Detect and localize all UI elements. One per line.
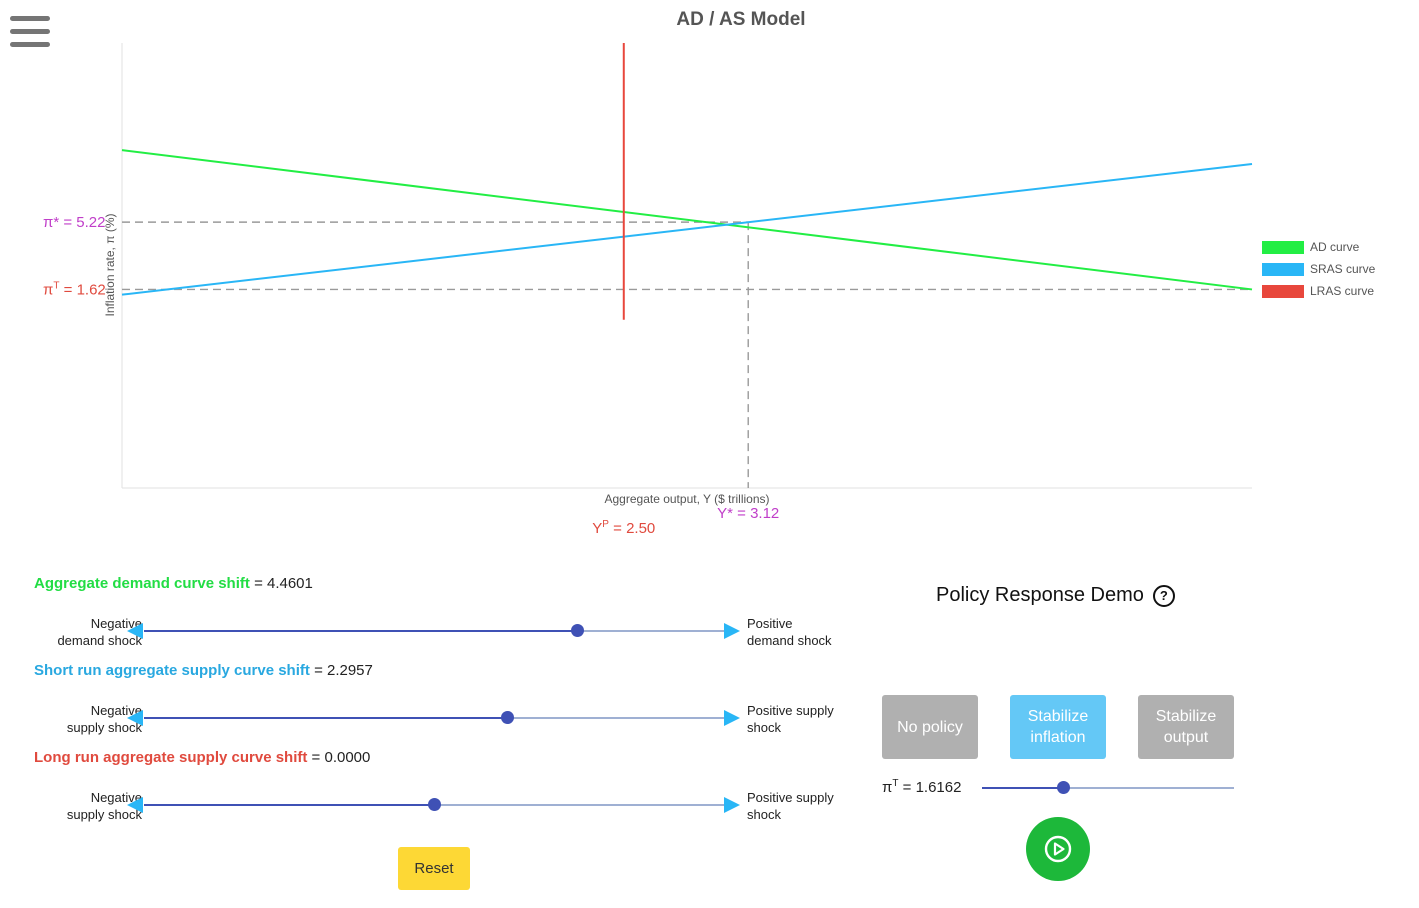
lras-positive-label: Positive supply shock [747,790,834,822]
y-star-label: Y* = 3.12 [717,505,779,522]
ad-positive-label: Positive demand shock [747,616,832,648]
no-policy-button[interactable]: No policy [882,695,978,759]
ad-shift-slider[interactable] [144,624,724,637]
lras-right-arrow-icon[interactable] [724,797,740,813]
sras-negative-label: Negative supply shock [66,703,142,735]
ad-as-chart: Inflation rate, π (%)Aggregate output, Y… [43,43,1253,537]
sras-shift-label: Short run aggregate supply curve shift [34,662,310,679]
legend-label: SRAS curve [1310,262,1376,276]
chart-legend: AD curve SRAS curve LRAS curve [1262,236,1375,302]
stabilize-output-button[interactable]: Stabilize output [1138,695,1234,759]
legend-swatch [1262,284,1304,298]
lras-slider-thumb[interactable] [428,798,441,811]
lras-shift-slider[interactable] [144,798,724,811]
lras-negative-label: Negative supply shock [66,790,142,822]
pi-star-label: π* = 5.22 [43,214,105,231]
legend-label: LRAS curve [1310,284,1375,298]
ad-left-arrow-icon[interactable] [127,623,143,639]
legend-swatch [1262,262,1304,276]
inflation-target-label: πT = 1.6162 [882,778,962,796]
x-axis-label: Aggregate output, Y ($ trillions) [605,492,770,506]
sras-shift-slider[interactable] [144,711,724,724]
y-potential-label: YP = 2.50 [592,519,655,537]
ad-right-arrow-icon[interactable] [724,623,740,639]
sras-shift-value: = 2.2957 [314,662,373,679]
question-circle-icon[interactable]: ? [1152,584,1175,607]
inflation-target-value: = 1.6162 [902,779,962,796]
inflation-target-thumb[interactable] [1056,781,1070,794]
legend-item: AD curve [1262,236,1375,258]
ad-slider-thumb[interactable] [571,624,585,637]
legend-swatch [1262,240,1304,254]
policy-title-text: Policy Response Demo [936,584,1144,606]
lras-shift-value: = 0.0000 [311,749,371,766]
ad-shift-value: = 4.4601 [254,575,313,592]
ad-negative-label: Negative demand shock [57,616,142,648]
play-circle-icon[interactable] [1026,817,1090,881]
stabilize-inflation-button[interactable]: Stabilize inflation [1010,695,1106,759]
sras-slider-thumb[interactable] [501,711,515,724]
sras-left-arrow-icon[interactable] [127,710,143,726]
reset-button[interactable]: Reset [398,847,470,890]
pi-target-label: πT = 1.62 [43,280,106,298]
legend-item: SRAS curve [1262,258,1375,280]
lras-shift-label: Long run aggregate supply curve shift [34,749,308,766]
series-ad-curve [121,149,1253,291]
lras-left-arrow-icon[interactable] [127,797,143,813]
series-sras-curve [121,162,1253,296]
ad-shift-label: Aggregate demand curve shift [34,575,250,592]
sras-positive-label: Positive supply shock [747,703,834,735]
legend-item: LRAS curve [1262,280,1375,302]
legend-label: AD curve [1310,240,1360,254]
policy-panel-title: Policy Response Demo ? [936,584,1175,607]
sras-right-arrow-icon[interactable] [724,710,740,726]
inflation-target-slider[interactable] [982,781,1234,794]
